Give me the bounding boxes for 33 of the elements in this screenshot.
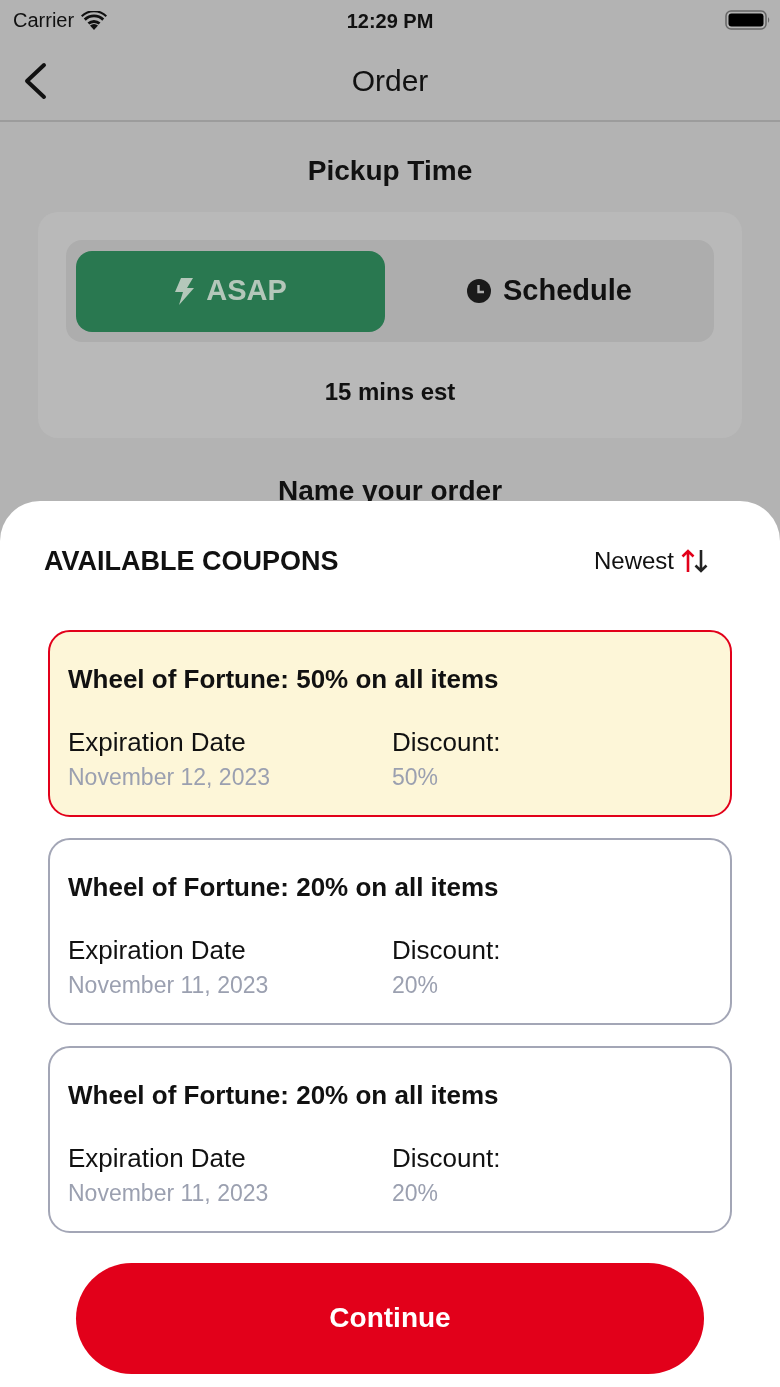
discount-value: 50% xyxy=(392,762,439,792)
back-icon[interactable] xyxy=(22,62,48,100)
discount-label: Discount: xyxy=(392,1141,501,1174)
expiration-date: November 11, 2023 xyxy=(68,1178,269,1208)
sort-button[interactable]: Newest xyxy=(593,543,708,580)
coupon-title: Wheel of Fortune: 50% on all items xyxy=(68,662,499,696)
lightning-icon xyxy=(174,277,195,305)
expiration-label: Expiration Date xyxy=(68,933,246,966)
coupon-card[interactable]: Wheel of Fortune: 20% on all items Expiration Date Discount: November 11, 2023 20% xyxy=(48,837,732,1025)
wifi-icon xyxy=(81,10,108,30)
pickup-option-tab[interactable]: Schedule xyxy=(395,250,704,332)
discount-label: Discount: xyxy=(392,933,501,966)
expiration-date: November 12, 2023 xyxy=(68,762,270,792)
expiration-label: Expiration Date xyxy=(68,1141,246,1174)
coupon-title: Wheel of Fortune: 20% on all items xyxy=(68,1078,499,1112)
expiration-date: November 11, 2023 xyxy=(68,970,269,1000)
sheet-title: AVAILABLE COUPONS xyxy=(44,545,339,578)
coupon-card[interactable]: Wheel of Fortune: 50% on all items Expiration Date Discount: November 12, 2023 50% xyxy=(48,629,732,817)
continue-button[interactable]: Continue xyxy=(76,1262,704,1374)
discount-value: 20% xyxy=(392,970,439,1000)
discount-label: Discount: xyxy=(392,725,501,758)
section-title: Pickup Time xyxy=(307,154,473,188)
estimate-text: 15 mins est xyxy=(324,377,456,407)
coupon-card[interactable]: Wheel of Fortune: 20% on all items Expiration Date Discount: November 11, 2023 20% xyxy=(48,1045,732,1233)
coupon-title: Wheel of Fortune: 20% on all items xyxy=(68,870,499,904)
carrier-label: Carrier xyxy=(13,8,75,33)
clock-icon xyxy=(467,279,492,303)
nav-title: Order xyxy=(351,62,429,99)
expiration-label: Expiration Date xyxy=(68,725,246,758)
discount-value: 20% xyxy=(392,1178,439,1208)
battery-icon xyxy=(725,10,771,30)
status-time: 12:29 PM xyxy=(346,9,434,34)
sort-arrows-icon xyxy=(681,549,708,574)
